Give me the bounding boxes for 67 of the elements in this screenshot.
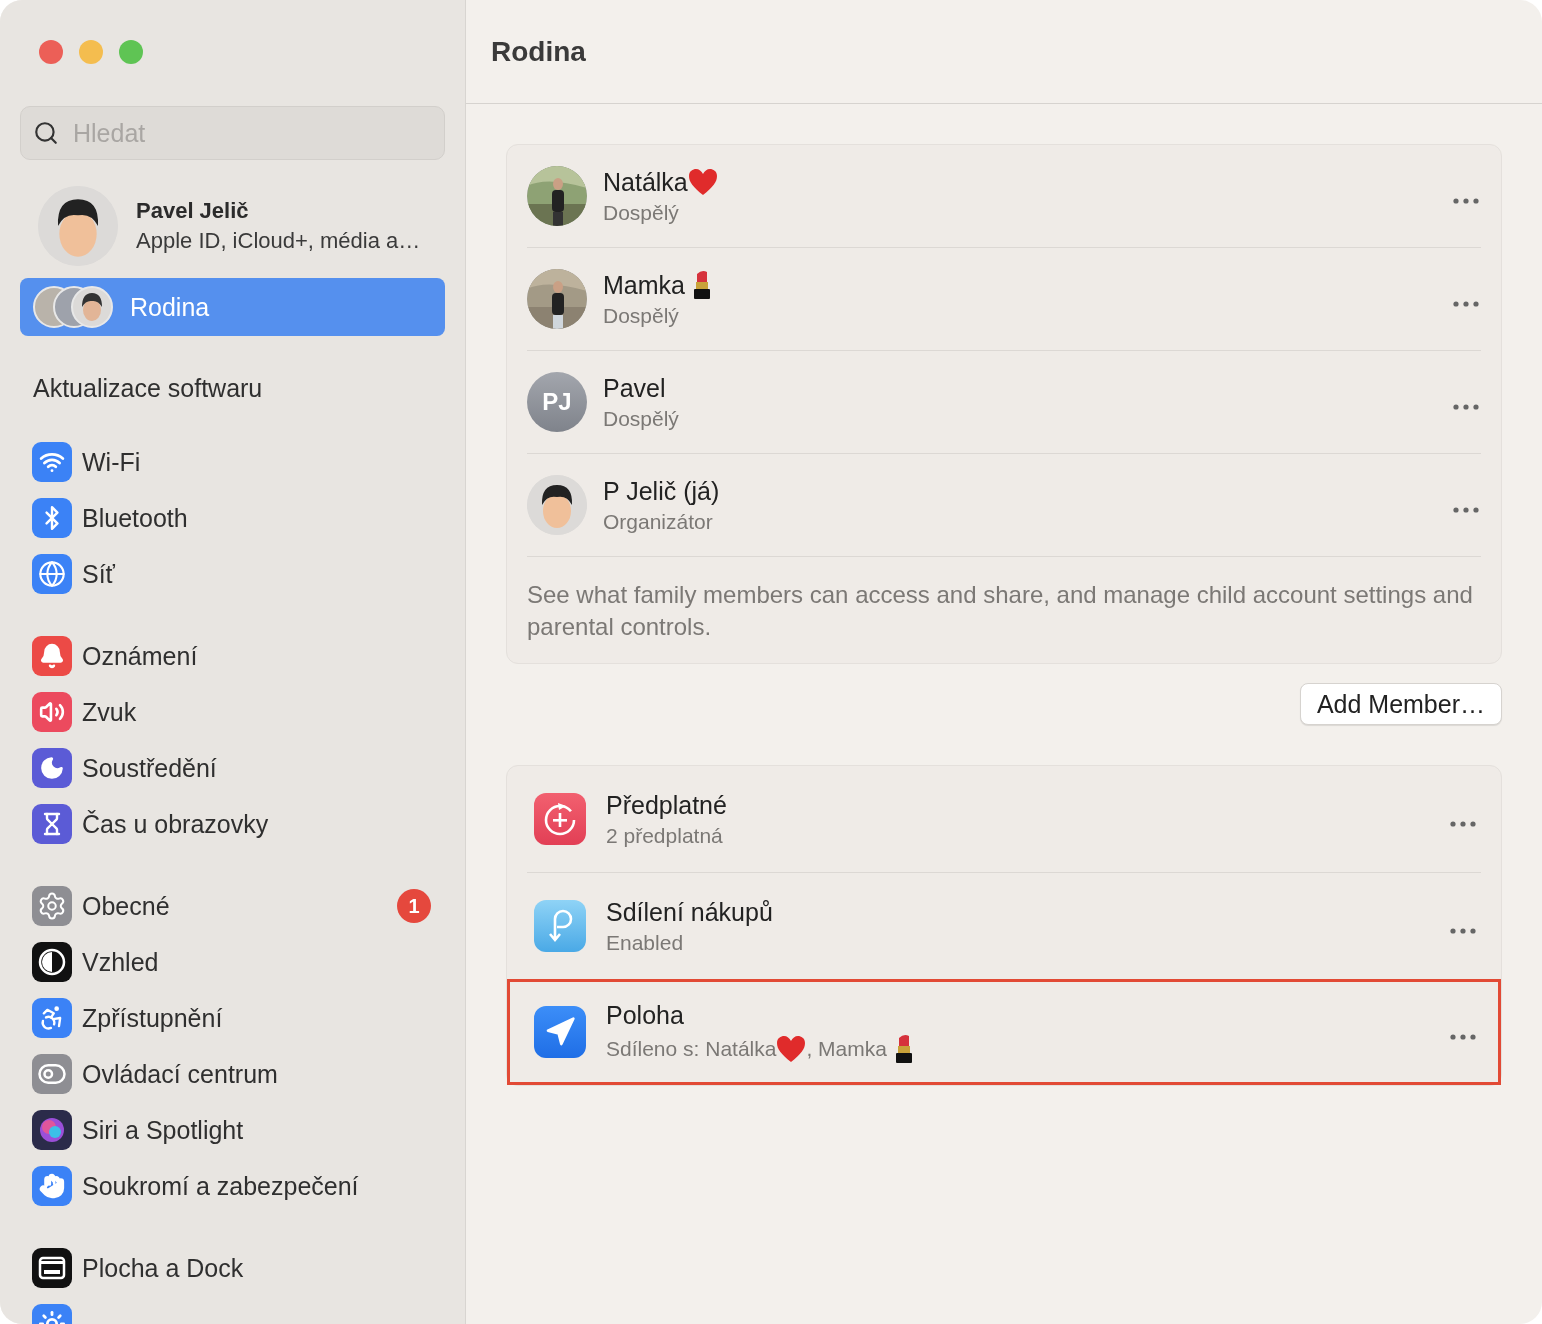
more-icon xyxy=(1453,404,1479,410)
member-role: Dospělý xyxy=(603,304,679,328)
hand-icon xyxy=(32,1166,72,1206)
accessibility-icon xyxy=(32,998,72,1038)
page-title: Rodina xyxy=(491,35,586,68)
sidebar-item[interactable]: Vzhled xyxy=(20,934,445,990)
service-subtitle: Enabled xyxy=(606,930,684,955)
sidebar-item[interactable]: Zvuk xyxy=(20,684,445,740)
more-icon xyxy=(1450,1034,1476,1040)
notification-badge: 1 xyxy=(397,889,431,923)
member-role: Dospělý xyxy=(603,200,679,225)
heart-icon xyxy=(687,168,718,196)
account-subtitle: Apple ID, iCloud+, média a… xyxy=(136,228,421,254)
globe-icon xyxy=(32,554,72,594)
bluetooth-icon xyxy=(32,498,72,538)
member-role: Dospělý xyxy=(603,406,679,431)
service-subtitle: Sdíleno s: Natálka xyxy=(606,1036,777,1061)
close-button[interactable] xyxy=(39,40,63,64)
siri-icon xyxy=(32,1110,72,1150)
account-name: Pavel Jelič xyxy=(136,198,250,224)
account-item[interactable]: Pavel Jelič Apple ID, iCloud+, média a… xyxy=(20,160,445,272)
sidebar-item[interactable]: Obecné 1 xyxy=(20,878,445,934)
member-name: P Jelič (já) xyxy=(603,476,720,506)
sidebar-item[interactable]: Plocha a Dock xyxy=(20,1240,445,1296)
sidebar-item[interactable]: Ovládací centrum xyxy=(20,1046,445,1102)
appearance-icon xyxy=(32,942,72,982)
speaker-icon xyxy=(32,692,72,732)
member-name: Pavel xyxy=(603,373,666,403)
sidebar-item[interactable]: Čas u obrazovky xyxy=(20,796,445,852)
service-subtitle: , Mamka xyxy=(806,1036,887,1061)
initials-avatar: PJ xyxy=(527,372,587,432)
sidebar-item[interactable]: Siri a Spotlight xyxy=(20,1102,445,1158)
member-role: Organizátor xyxy=(603,509,713,534)
add-member-button[interactable]: Add Member… xyxy=(1299,683,1502,725)
toggles-icon xyxy=(32,1054,72,1094)
sidebar-item[interactable]: Soukromí a zabezpečení xyxy=(20,1158,445,1214)
more-icon xyxy=(1450,928,1476,934)
more-icon xyxy=(1453,507,1479,513)
bell-icon xyxy=(32,636,72,676)
member-name: Natálka xyxy=(603,167,688,197)
sidebar-item[interactable]: Wi-Fi xyxy=(20,434,445,490)
more-icon xyxy=(1453,198,1479,204)
heart-icon xyxy=(776,1034,807,1063)
service-subtitle: 2 předplatná xyxy=(606,823,723,848)
sidebar-item[interactable]: Bluetooth xyxy=(20,490,445,546)
dock-icon xyxy=(32,1248,72,1288)
wifi-icon xyxy=(32,442,72,482)
sidebar-item[interactable]: Zpřístupnění xyxy=(20,990,445,1046)
service-row[interactable]: Poloha Sdíleno s: Natálka , Mamka xyxy=(507,979,1501,1085)
sidebar-item[interactable]: Oznámení xyxy=(20,628,445,684)
service-title: Poloha xyxy=(606,1000,684,1030)
more-icon xyxy=(1450,821,1476,827)
location-icon xyxy=(534,1006,586,1058)
service-title: Sdílení nákupů xyxy=(606,897,773,927)
more-icon xyxy=(1453,301,1479,307)
service-title: Předplatné xyxy=(606,790,727,820)
sidebar-item[interactable]: Síť xyxy=(20,546,445,602)
sidebar-item[interactable]: Aktualizace softwaru xyxy=(20,374,445,408)
search-icon xyxy=(33,120,59,146)
gear-icon xyxy=(32,886,72,926)
moon-icon xyxy=(32,748,72,788)
service-row[interactable]: Předplatné 2 předplatná xyxy=(507,766,1501,872)
service-row[interactable]: Sdílení nákupů Enabled xyxy=(507,873,1501,979)
family-description: See what family members can access and share, and manage child account settings and parental controls. xyxy=(527,580,1474,642)
member-name: Mamka xyxy=(603,270,685,300)
hourglass-icon xyxy=(32,804,72,844)
sidebar-item[interactable]: Soustředění xyxy=(20,740,445,796)
